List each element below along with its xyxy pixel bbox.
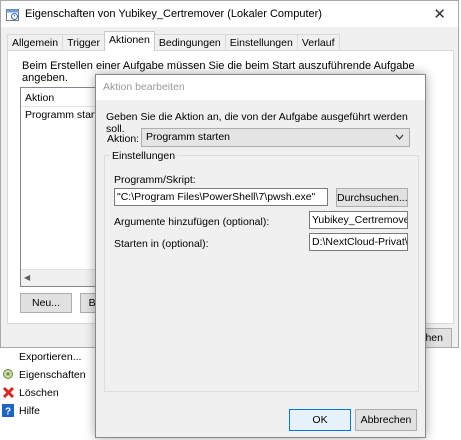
- tab-strip: Allgemein Trigger Aktionen Bedingungen E…: [7, 31, 340, 51]
- help-icon: ?: [2, 404, 16, 418]
- menu-item-label: Löschen: [19, 387, 59, 399]
- menu-item-export[interactable]: Exportieren...: [0, 348, 100, 366]
- cancel-button[interactable]: Abbrechen: [355, 409, 417, 431]
- close-icon[interactable]: ✕: [433, 5, 446, 23]
- scroll-left-icon[interactable]: ◀: [24, 273, 30, 282]
- tab-einstellungen[interactable]: Einstellungen: [224, 34, 298, 51]
- window-titlebar: Eigenschaften von Yubikey_Certremover (L…: [1, 1, 458, 27]
- new-action-button[interactable]: Neu...: [20, 293, 72, 313]
- menu-item-delete[interactable]: Löschen: [0, 384, 100, 402]
- tab-bedingungen[interactable]: Bedingungen: [153, 34, 226, 51]
- start-in-label: Starten in (optional):: [114, 238, 209, 250]
- menu-item-properties[interactable]: Eigenschaften: [0, 366, 100, 384]
- action-type-label: Aktion:: [107, 133, 140, 145]
- action-column-header[interactable]: Aktion: [25, 92, 54, 104]
- action-type-value: Programm starten: [146, 131, 231, 143]
- ok-button[interactable]: OK: [289, 409, 351, 431]
- chevron-down-icon: [395, 129, 404, 152]
- browse-button[interactable]: Durchsuchen...: [336, 188, 408, 207]
- svg-text:?: ?: [5, 407, 11, 418]
- window-title: Eigenschaften von Yubikey_Certremover (L…: [25, 8, 322, 20]
- action-type-select[interactable]: Programm starten: [141, 128, 410, 147]
- properties-icon: [2, 368, 16, 382]
- arguments-input[interactable]: Yubikey_Certremover.ps: [309, 211, 408, 229]
- start-in-input[interactable]: D:\NextCloud-Privat\Too: [309, 233, 408, 251]
- dialog-title: Aktion bearbeiten: [96, 75, 425, 100]
- program-input[interactable]: "C:\Program Files\PowerShell\7\pwsh.exe": [114, 188, 328, 206]
- tab-aktionen[interactable]: Aktionen: [103, 31, 155, 51]
- menu-item-label: Hilfe: [19, 405, 41, 417]
- arguments-label: Argumente hinzufügen (optional):: [114, 216, 270, 228]
- program-label: Programm/Skript:: [114, 174, 196, 186]
- edit-action-dialog: Aktion bearbeiten Geben Sie die Aktion a…: [95, 74, 426, 438]
- tab-verlauf[interactable]: Verlauf: [296, 34, 340, 51]
- delete-icon: [2, 386, 16, 400]
- settings-group-label: Einstellungen: [110, 150, 178, 162]
- tab-trigger[interactable]: Trigger: [62, 34, 105, 51]
- menu-item-label: Exportieren...: [19, 351, 82, 363]
- task-scheduler-icon: [5, 7, 19, 21]
- menu-item-help[interactable]: ? Hilfe: [0, 402, 100, 420]
- menu-item-label: Eigenschaften: [19, 369, 86, 381]
- tab-allgemein[interactable]: Allgemein: [7, 34, 64, 51]
